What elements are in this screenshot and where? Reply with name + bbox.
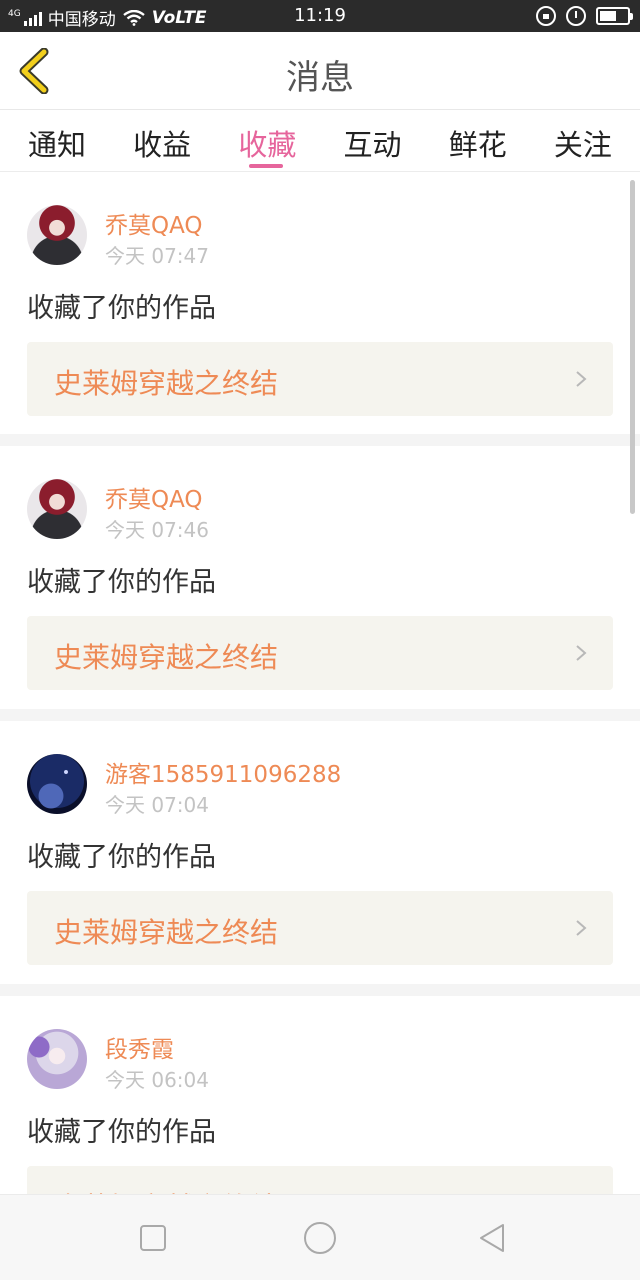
message-card: 乔莫QAQ 今天 07:46 收藏了你的作品 史莱姆穿越之终结 <box>0 446 640 709</box>
message-card: 游客1585911096288 今天 07:04 收藏了你的作品 史莱姆穿越之终… <box>0 721 640 984</box>
message-list[interactable]: 乔莫QAQ 今天 07:47 收藏了你的作品 史莱姆穿越之终结 乔莫QAQ 今天… <box>0 172 640 1194</box>
message-time: 今天 06:04 <box>105 1068 209 1092</box>
message-card: 乔莫QAQ 今天 07:47 收藏了你的作品 史莱姆穿越之终结 <box>0 172 640 434</box>
tab-label: 通知 <box>27 128 86 162</box>
tab-label: 收益 <box>133 128 192 162</box>
work-title: 史莱姆穿越之终结 <box>54 367 279 400</box>
user-name[interactable]: 游客1585911096288 <box>105 755 341 789</box>
tab-favorites[interactable]: 收藏 <box>236 110 298 171</box>
avatar[interactable] <box>27 205 87 265</box>
app-header: 消息 <box>0 32 640 110</box>
work-link[interactable]: 史莱姆穿越之终结 <box>27 1166 613 1194</box>
message-time: 今天 07:46 <box>105 518 209 542</box>
tab-label: 关注 <box>553 128 612 162</box>
square-icon[interactable] <box>136 1221 170 1255</box>
message-action: 收藏了你的作品 <box>27 567 216 598</box>
triangle-back-icon[interactable] <box>476 1221 510 1255</box>
tab-flowers[interactable]: 鲜花 <box>447 110 509 171</box>
work-link[interactable]: 史莱姆穿越之终结 <box>27 616 613 690</box>
scrollbar[interactable] <box>630 180 635 514</box>
battery-level <box>600 11 616 21</box>
tab-label: 鲜花 <box>448 128 507 162</box>
message-time: 今天 07:04 <box>105 793 209 817</box>
message-action: 收藏了你的作品 <box>27 293 216 324</box>
message-card: 段秀霞 今天 06:04 收藏了你的作品 史莱姆穿越之终结 <box>0 996 640 1194</box>
work-title: 史莱姆穿越之终结 <box>54 1186 278 1194</box>
user-name[interactable]: 乔莫QAQ <box>105 206 203 240</box>
tab-label: 互动 <box>343 128 402 162</box>
chevron-right-icon <box>576 371 587 387</box>
work-title: 史莱姆穿越之终结 <box>54 641 279 674</box>
tab-notifications[interactable]: 通知 <box>26 110 88 171</box>
tab-earnings[interactable]: 收益 <box>131 110 193 171</box>
work-link[interactable]: 史莱姆穿越之终结 <box>27 891 613 965</box>
avatar[interactable] <box>27 754 87 814</box>
page-title: 消息 <box>286 58 354 98</box>
user-name[interactable]: 段秀霞 <box>105 1030 174 1064</box>
avatar[interactable] <box>27 1029 87 1089</box>
system-nav-bar <box>0 1194 640 1280</box>
tab-bar: 通知 收益 收藏 互动 鲜花 关注 <box>0 110 640 172</box>
message-action: 收藏了你的作品 <box>27 1117 216 1148</box>
circle-icon[interactable] <box>303 1221 337 1255</box>
user-name[interactable]: 乔莫QAQ <box>105 480 203 514</box>
alarm-icon <box>566 6 586 26</box>
status-bar: 4G 中国移动 VoLTE 11:19 <box>0 0 640 32</box>
message-time: 今天 07:47 <box>105 244 209 268</box>
work-link[interactable]: 史莱姆穿越之终结 <box>27 342 613 416</box>
tab-following[interactable]: 关注 <box>552 110 614 171</box>
avatar[interactable] <box>27 479 87 539</box>
tab-interactions[interactable]: 互动 <box>342 110 404 171</box>
work-title: 史莱姆穿越之终结 <box>54 916 279 949</box>
chevron-right-icon <box>576 645 587 661</box>
tab-label: 收藏 <box>238 128 297 162</box>
battery-icon <box>596 7 633 25</box>
message-action: 收藏了你的作品 <box>27 842 216 873</box>
rotation-lock-icon <box>536 6 556 26</box>
chevron-right-icon <box>576 920 587 936</box>
